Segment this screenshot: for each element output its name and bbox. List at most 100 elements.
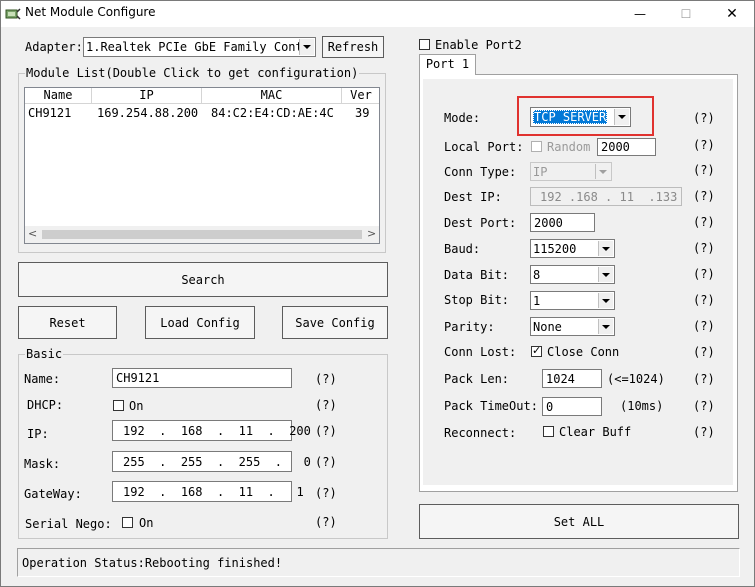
conn-type-help[interactable]: (?) <box>693 163 715 177</box>
enable-port2-checkbox[interactable] <box>419 39 430 50</box>
ip-octet[interactable]: 200 <box>289 424 311 438</box>
dhcp-checkbox[interactable] <box>113 400 124 411</box>
chevron-down-icon <box>299 39 314 55</box>
data-bit-select[interactable]: 8 <box>530 265 615 284</box>
adapter-select[interactable]: 1.Realtek PCIe GbE Family Cont: <box>83 37 316 57</box>
adapter-label: Adapter: <box>25 40 83 54</box>
table-row[interactable]: CH9121 169.254.88.200 84:C2:E4:CD:AE:4C … <box>25 105 379 123</box>
conn-type-select[interactable]: IP <box>530 162 612 181</box>
dest-ip-help[interactable]: (?) <box>693 189 715 203</box>
dest-ip-octet[interactable]: 11 <box>620 190 634 204</box>
gateway-help[interactable]: (?) <box>315 486 337 500</box>
ip-octet[interactable]: 11 <box>239 424 253 438</box>
stop-bit-help[interactable]: (?) <box>693 293 715 307</box>
baud-value: 115200 <box>533 241 577 256</box>
serial-nego-label: Serial Nego: <box>25 517 112 531</box>
ip-label: IP: <box>27 427 49 441</box>
dest-ip-octet[interactable]: 133 <box>656 190 678 204</box>
mode-select[interactable]: TCP SERVER <box>530 107 631 127</box>
data-bit-help[interactable]: (?) <box>693 267 715 281</box>
conn-type-value: IP <box>533 164 548 179</box>
search-button[interactable]: Search <box>18 262 388 297</box>
close-button[interactable]: ✕ <box>709 1 755 27</box>
serial-nego-option-label: On <box>139 516 154 530</box>
gateway-octet[interactable]: 1 <box>296 485 303 499</box>
clear-buff-checkbox[interactable] <box>543 426 554 437</box>
dest-port-help[interactable]: (?) <box>693 215 715 229</box>
mask-field[interactable]: 255 . 255 . 255 . 0 <box>112 451 311 472</box>
mask-octet[interactable]: 255 <box>181 455 203 469</box>
close-conn-checkbox[interactable] <box>531 344 542 357</box>
mode-label: Mode: <box>444 111 481 125</box>
status-text: Operation Status:Rebooting finished! <box>22 556 283 570</box>
set-all-button[interactable]: Set ALL <box>419 504 739 539</box>
save-config-button[interactable]: Save Config <box>282 306 388 339</box>
pack-timeout-help[interactable]: (?) <box>693 399 715 413</box>
ip-address-field[interactable]: 192 . 168 . 11 . 200 <box>112 420 311 441</box>
minimize-button[interactable]: — <box>617 1 663 27</box>
dest-port-label: Dest Port: <box>444 216 517 230</box>
mode-help[interactable]: (?) <box>693 111 715 125</box>
gateway-octet[interactable]: 11 <box>239 485 253 499</box>
pack-timeout-field[interactable]: 0 <box>542 397 602 416</box>
maximize-button[interactable]: ☐ <box>663 1 709 27</box>
stop-bit-select[interactable]: 1 <box>530 291 615 310</box>
chevron-down-icon <box>598 319 613 334</box>
column-header-name[interactable]: Name <box>25 88 92 104</box>
parity-value: None <box>533 319 562 334</box>
scroll-left-icon[interactable]: < <box>28 227 37 240</box>
dest-port-field[interactable]: 2000 <box>530 213 595 232</box>
gateway-octet[interactable]: 168 <box>181 485 203 499</box>
name-help[interactable]: (?) <box>315 372 337 386</box>
ip-help[interactable]: (?) <box>315 424 337 438</box>
horizontal-scrollbar[interactable]: < > <box>25 226 379 243</box>
ip-octet[interactable]: 168 <box>181 424 203 438</box>
conn-type-label: Conn Type: <box>444 165 517 179</box>
dhcp-help[interactable]: (?) <box>315 398 337 412</box>
chevron-down-icon <box>598 293 613 308</box>
pack-len-hint: (<=1024) <box>607 372 665 386</box>
scroll-right-icon[interactable]: > <box>367 227 376 240</box>
mask-help[interactable]: (?) <box>315 455 337 469</box>
baud-select[interactable]: 115200 <box>530 239 615 258</box>
pack-len-help[interactable]: (?) <box>693 372 715 386</box>
mask-octet[interactable]: 255 <box>239 455 261 469</box>
name-field[interactable]: CH9121 <box>112 368 292 388</box>
ip-octet[interactable]: 192 <box>123 424 145 438</box>
conn-lost-help[interactable]: (?) <box>693 345 715 359</box>
column-header-ver[interactable]: Ver <box>342 88 379 104</box>
tab-port-1[interactable]: Port 1 <box>419 54 476 75</box>
pack-len-field[interactable]: 1024 <box>542 369 602 388</box>
parity-help[interactable]: (?) <box>693 319 715 333</box>
parity-select[interactable]: None <box>530 317 615 336</box>
gateway-octet[interactable]: 192 <box>123 485 145 499</box>
local-port-help[interactable]: (?) <box>693 138 715 152</box>
serial-nego-checkbox[interactable] <box>122 517 133 528</box>
baud-help[interactable]: (?) <box>693 241 715 255</box>
module-list-table[interactable]: Name IP MAC Ver CH9121 169.254.88.200 84… <box>24 87 380 244</box>
mask-label: Mask: <box>24 457 61 471</box>
dest-ip-octet[interactable]: 168 <box>576 190 598 204</box>
gateway-field[interactable]: 192 . 168 . 11 . 1 <box>112 481 304 502</box>
clear-buff-label: Clear Buff <box>559 425 632 439</box>
reset-button[interactable]: Reset <box>18 306 117 339</box>
serial-nego-help[interactable]: (?) <box>315 515 337 529</box>
chevron-down-icon <box>614 109 629 125</box>
dest-ip-octet[interactable]: 192 <box>540 190 562 204</box>
chevron-down-icon <box>598 241 613 256</box>
random-checkbox[interactable] <box>531 141 542 152</box>
dest-ip-field[interactable]: 192 . 168 . 11 . 133 <box>530 187 682 206</box>
column-header-ip[interactable]: IP <box>92 88 202 104</box>
chevron-down-icon <box>598 267 613 282</box>
data-bit-value: 8 <box>533 267 541 282</box>
dhcp-option-label: On <box>129 399 144 413</box>
local-port-field[interactable]: 2000 <box>597 138 656 156</box>
refresh-button[interactable]: Refresh <box>322 36 384 58</box>
load-config-button[interactable]: Load Config <box>145 306 255 339</box>
reconnect-help[interactable]: (?) <box>693 425 715 439</box>
enable-port2-label: Enable Port2 <box>435 38 522 52</box>
mask-octet[interactable]: 0 <box>304 455 311 469</box>
mask-octet[interactable]: 255 <box>123 455 145 469</box>
scrollbar-thumb[interactable] <box>42 230 362 239</box>
column-header-mac[interactable]: MAC <box>202 88 342 104</box>
